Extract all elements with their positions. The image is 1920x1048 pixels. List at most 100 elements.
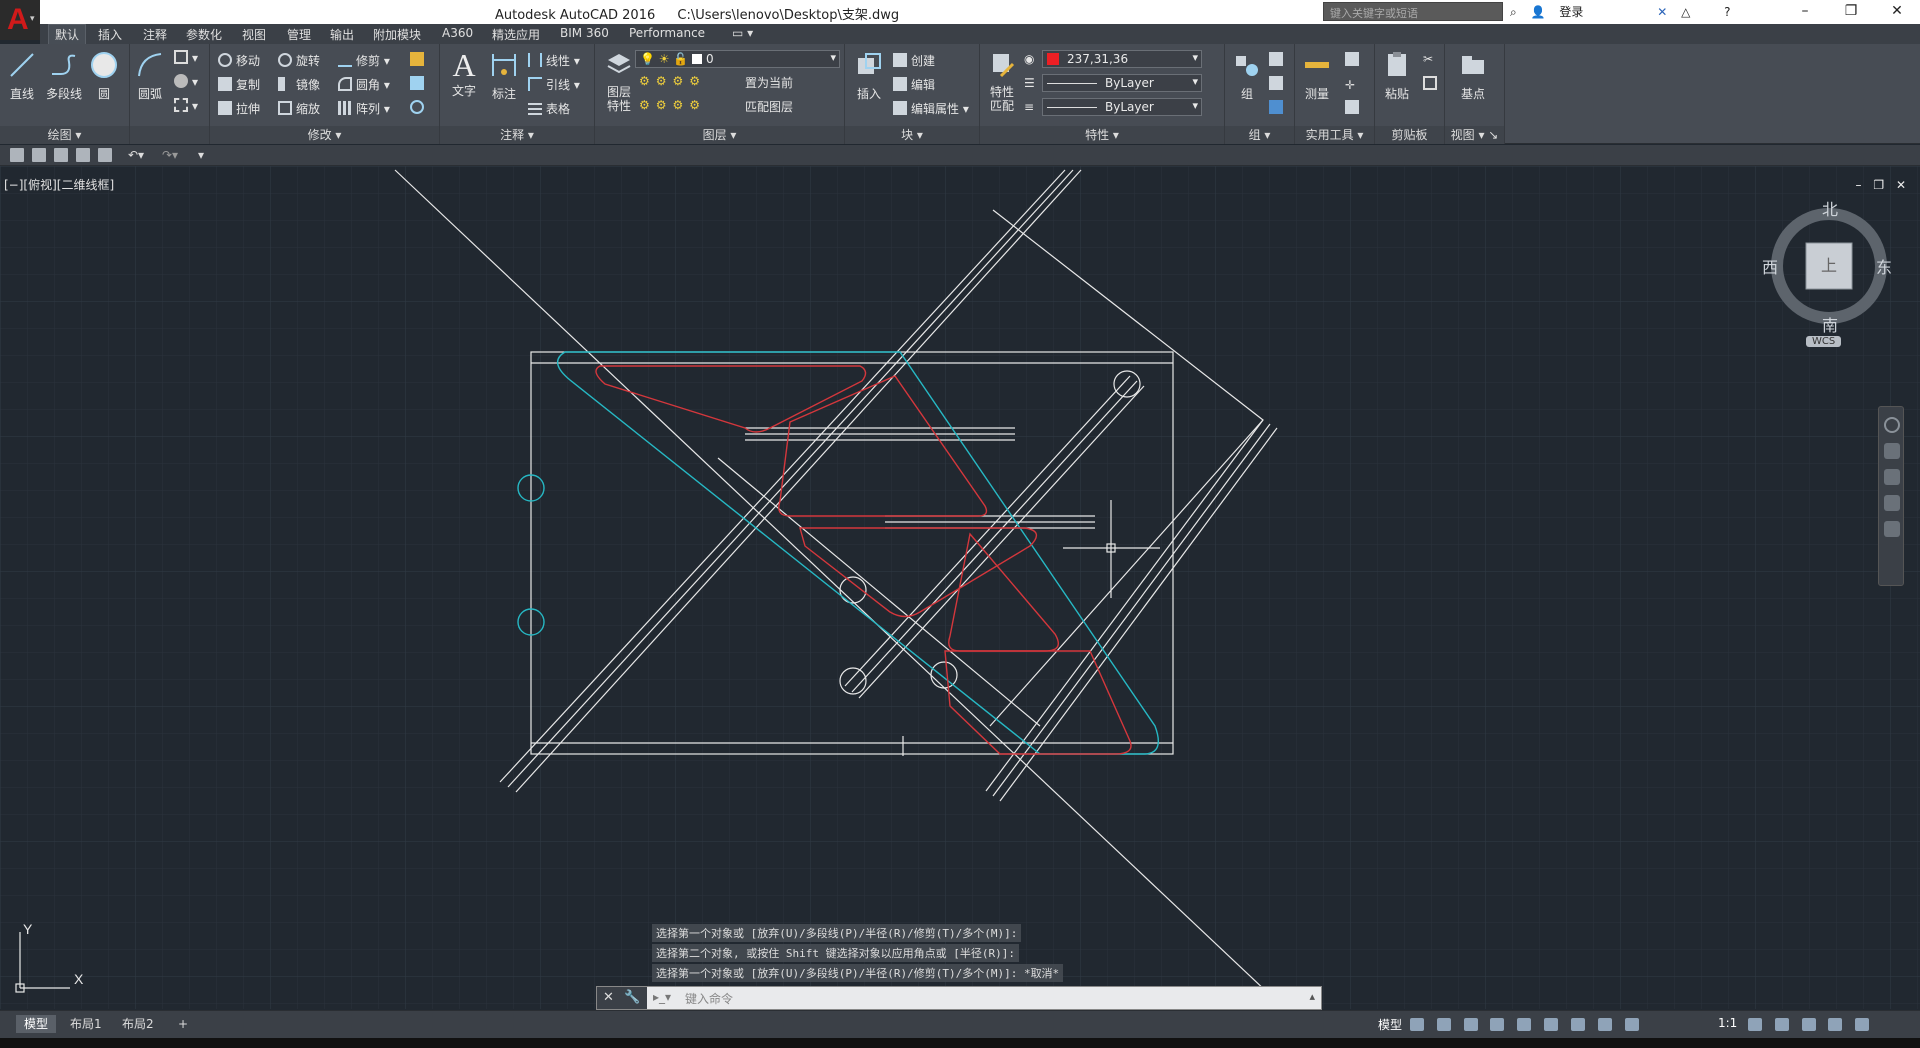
minimize-button[interactable]: –: [1782, 0, 1828, 24]
offset-button[interactable]: [410, 100, 428, 115]
snap-icon[interactable]: [1436, 1018, 1451, 1031]
search-input[interactable]: 键入关键字或短语: [1323, 2, 1503, 21]
compass-north[interactable]: 北: [1822, 196, 1838, 220]
lineweight-dropdown[interactable]: ByLayer: [1042, 98, 1202, 116]
viewport-controls-label[interactable]: [−][俯视][二维线框]: [4, 176, 114, 193]
annotation-scale[interactable]: 1:1: [1718, 1016, 1737, 1030]
customize-qat-icon[interactable]: ▾: [198, 148, 212, 162]
help-icon[interactable]: ?: [1724, 5, 1730, 19]
workspace-icon[interactable]: [1748, 1018, 1762, 1031]
tab-insert[interactable]: 插入: [98, 26, 122, 43]
text-button[interactable]: A 文字: [444, 49, 484, 99]
osnap-icon[interactable]: [1570, 1018, 1585, 1031]
showmotion-icon[interactable]: [1884, 521, 1900, 537]
tab-a360[interactable]: A360: [442, 26, 473, 40]
tab-toggle-icon[interactable]: ▭ ▾: [732, 26, 753, 40]
viewport-minimize-button[interactable]: –: [1856, 178, 1862, 192]
stretch-button[interactable]: 拉伸: [218, 100, 260, 117]
point-button[interactable]: ✛: [1345, 76, 1363, 92]
annotation-monitor-icon[interactable]: [1774, 1018, 1789, 1031]
arc-button[interactable]: 圆弧: [130, 50, 170, 102]
save-as-icon[interactable]: [76, 148, 90, 162]
group-select-button[interactable]: [1269, 100, 1287, 115]
tab-featured-apps[interactable]: 精选应用: [492, 26, 540, 43]
layer-dropdown[interactable]: 💡 ☀ 🔓 0: [635, 50, 840, 68]
layer-tools-row-2[interactable]: ⚙⚙⚙⚙: [639, 98, 706, 112]
tab-output[interactable]: 输出: [330, 26, 354, 43]
trim-button[interactable]: 修剪 ▾: [338, 52, 390, 69]
command-line[interactable]: ✕ 🔧 ▸_▾ 键入命令 ▴: [596, 986, 1322, 1010]
command-prompt-icon[interactable]: ▸_▾: [653, 990, 671, 1004]
paste-button[interactable]: 粘贴: [1377, 50, 1417, 102]
hatch-button[interactable]: ▾: [174, 74, 198, 89]
mirror-button[interactable]: 镜像: [278, 76, 320, 93]
scale-button[interactable]: 缩放: [278, 100, 320, 117]
view-panel-title[interactable]: 视图 ▾ ↘: [1445, 126, 1504, 144]
circle-button[interactable]: 圆: [84, 50, 124, 102]
layout-tab-model[interactable]: 模型: [16, 1015, 57, 1033]
wrench-icon[interactable]: 🔧: [624, 990, 640, 1005]
calculator-button[interactable]: [1345, 100, 1363, 115]
command-input[interactable]: 键入命令: [685, 990, 733, 1007]
viewcube-top-face[interactable]: 上: [1821, 252, 1837, 276]
tab-addins[interactable]: 附加模块: [373, 26, 421, 43]
explode-button[interactable]: [410, 76, 428, 91]
layer-properties-button[interactable]: 图层 特性: [599, 50, 639, 113]
osnap-tracking-icon[interactable]: [1544, 1018, 1559, 1031]
model-space-toggle[interactable]: 模型: [1378, 1016, 1402, 1033]
layout-tab-2[interactable]: 布局2: [114, 1015, 162, 1033]
modify-panel-title[interactable]: 修改 ▾: [210, 126, 439, 144]
restore-button[interactable]: ❐: [1828, 0, 1874, 24]
region-button[interactable]: ▾: [174, 98, 198, 113]
edit-attributes-button[interactable]: 编辑属性 ▾: [893, 100, 969, 117]
copy-clip-button[interactable]: [1423, 76, 1441, 91]
viewport-close-button[interactable]: ✕: [1896, 178, 1906, 192]
print-icon[interactable]: [98, 148, 112, 162]
new-icon[interactable]: [10, 148, 24, 162]
draw-panel-title[interactable]: 绘图 ▾: [0, 126, 129, 144]
layers-panel-title[interactable]: 图层 ▾: [595, 126, 844, 144]
customization-icon[interactable]: [1855, 1018, 1870, 1031]
insert-block-button[interactable]: 插入: [849, 50, 889, 102]
table-button[interactable]: 表格: [528, 100, 570, 117]
close-command-icon[interactable]: ✕: [603, 990, 614, 1005]
binoculars-icon[interactable]: ⌕: [1510, 5, 1517, 19]
steering-wheel-icon[interactable]: [1884, 417, 1900, 433]
tab-default[interactable]: 默认: [48, 24, 87, 44]
annotation-panel-title[interactable]: 注释 ▾: [440, 126, 594, 144]
groups-panel-title[interactable]: 组 ▾: [1225, 126, 1294, 144]
close-button[interactable]: ✕: [1874, 0, 1920, 24]
color-dropdown[interactable]: 237,31,36: [1042, 50, 1202, 68]
drawing-canvas[interactable]: Y X [−][俯视][二维线框] – ❐ ✕ 北 南 东 西 上 WCS: [0, 166, 1920, 1009]
cut-button[interactable]: ✂: [1423, 52, 1433, 66]
match-properties-button[interactable]: 特性 匹配: [982, 50, 1022, 113]
layout-tab-1[interactable]: 布局1: [62, 1015, 110, 1033]
zoom-icon[interactable]: [1884, 469, 1900, 485]
rotate-button[interactable]: 旋转: [278, 52, 320, 69]
isolate-objects-icon[interactable]: [1801, 1018, 1816, 1031]
fillet-button[interactable]: 圆角 ▾: [338, 76, 390, 93]
line-button[interactable]: 直线: [2, 50, 42, 102]
tab-annotate[interactable]: 注释: [143, 26, 167, 43]
application-menu-button[interactable]: A ▾: [0, 0, 40, 40]
tab-parametric[interactable]: 参数化: [186, 26, 222, 43]
linetype-dropdown[interactable]: ByLayer: [1042, 74, 1202, 92]
exchange-icon[interactable]: ✕: [1657, 5, 1667, 19]
pan-icon[interactable]: [1884, 443, 1900, 459]
grid-icon[interactable]: [1410, 1018, 1424, 1031]
linear-dim-button[interactable]: 线性 ▾: [528, 52, 580, 69]
wcs-menu[interactable]: WCS: [1806, 336, 1842, 347]
layer-tools-row-1[interactable]: ⚙⚙⚙⚙: [639, 74, 706, 88]
add-layout-icon[interactable]: +: [170, 1015, 196, 1033]
viewport-restore-button[interactable]: ❐: [1873, 178, 1884, 192]
compass-east[interactable]: 东: [1876, 254, 1892, 278]
polar-icon[interactable]: [1490, 1018, 1505, 1031]
save-icon[interactable]: [54, 148, 68, 162]
ungroup-button[interactable]: [1269, 52, 1287, 67]
undo-icon[interactable]: ↶▾: [128, 148, 144, 162]
compass-west[interactable]: 西: [1762, 254, 1778, 278]
block-panel-title[interactable]: 块 ▾: [845, 126, 979, 144]
ortho-icon[interactable]: [1463, 1018, 1478, 1031]
viewcube[interactable]: 北 南 东 西 上 WCS: [1762, 200, 1894, 347]
array-button[interactable]: 阵列 ▾: [338, 100, 390, 117]
